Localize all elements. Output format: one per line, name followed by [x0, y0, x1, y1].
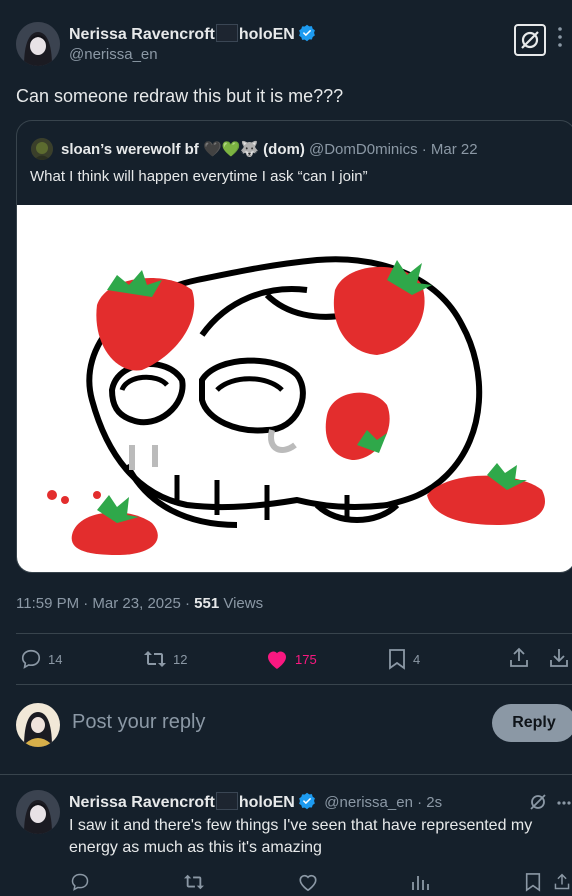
share-icon: [554, 873, 570, 890]
more-options-icon[interactable]: [553, 25, 567, 49]
reply-share-button[interactable]: [553, 872, 571, 892]
more-options-icon[interactable]: [556, 800, 572, 806]
tweet-text: Can someone redraw this but it is me???: [16, 86, 344, 106]
share-icon: [510, 647, 528, 667]
reply-retweet-button[interactable]: [183, 872, 205, 892]
views-count: 551: [194, 595, 220, 612]
quote-text: What I think will happen everytime I ask…: [30, 168, 368, 185]
grok-icon[interactable]: [528, 792, 548, 812]
bookmark-icon: [525, 873, 541, 892]
flag-icon: [215, 24, 238, 42]
author-name-prefix: Nerissa Ravencroft: [69, 26, 215, 43]
reply-comment-button[interactable]: [70, 872, 90, 892]
author-name[interactable]: Nerissa Ravencroft holoEN: [69, 24, 316, 44]
views-label: Views: [219, 595, 264, 612]
reply-author-name-prefix: Nerissa Ravencroft: [69, 794, 215, 811]
author-name-suffix: holoEN: [238, 26, 295, 43]
quote-avatar: [31, 138, 53, 160]
bookmark-icon: [389, 649, 405, 670]
retweet-count: 12: [173, 651, 188, 667]
reply-input[interactable]: Post your reply: [72, 711, 205, 734]
quote-author-name: sloan’s werewolf bf 🖤💚🐺 (dom): [61, 141, 305, 158]
like-button[interactable]: 175: [265, 648, 317, 670]
quote-author-handle: @DomD0minics: [309, 141, 418, 158]
views-chart-icon: [412, 876, 429, 890]
reply-bookmark-button[interactable]: [524, 872, 542, 892]
heart-filled-icon: [268, 651, 286, 669]
reply-text: I saw it and there's few things I've see…: [69, 817, 533, 856]
heart-icon: [299, 874, 317, 892]
reply-like-button[interactable]: [297, 872, 319, 892]
share-button[interactable]: [508, 647, 530, 669]
like-count: 175: [295, 651, 317, 667]
reply-icon: [21, 649, 41, 669]
reply-author-avatar[interactable]: [16, 790, 60, 834]
retweet-icon: [184, 874, 204, 890]
bookmark-count: 4: [413, 651, 421, 667]
verified-badge-icon: [298, 792, 315, 810]
reply-views-button[interactable]: [410, 872, 430, 892]
author-avatar[interactable]: [16, 22, 60, 66]
divider: [16, 684, 572, 685]
reply-author-name-suffix: holoEN: [238, 794, 295, 811]
quote-time: · Mar 22: [421, 141, 478, 158]
grok-icon[interactable]: [514, 24, 546, 56]
author-handle[interactable]: @nerissa_en: [69, 46, 158, 63]
timestamp-text: 11:59 PM · Mar 23, 2025 ·: [16, 595, 195, 612]
reply-author-handle: @nerissa_en · 2s: [324, 794, 443, 811]
reply-button[interactable]: 14: [20, 648, 62, 670]
reply-author-header[interactable]: Nerissa Ravencroft holoEN @nerissa_en · 2…: [69, 792, 442, 812]
bookmark-button[interactable]: 4: [387, 648, 420, 670]
reply-icon: [71, 873, 89, 891]
flag-icon: [215, 792, 238, 810]
reply-submit-label: Reply: [512, 714, 556, 731]
verified-badge-icon: [298, 24, 315, 42]
reply-submit-button[interactable]: Reply: [492, 704, 572, 742]
divider: [0, 774, 572, 775]
download-icon: [550, 649, 568, 667]
divider: [16, 633, 572, 634]
quote-media-image[interactable]: [17, 205, 572, 572]
compose-avatar[interactable]: [16, 703, 60, 747]
reply-count: 14: [48, 651, 63, 667]
download-button[interactable]: [548, 647, 570, 669]
tweet-timestamp: 11:59 PM · Mar 23, 2025 · 551 Views: [16, 595, 263, 612]
quote-card[interactable]: sloan’s werewolf bf 🖤💚🐺 (dom) @DomD0mini…: [16, 120, 572, 573]
retweet-icon: [144, 651, 166, 667]
retweet-button[interactable]: 12: [143, 648, 187, 670]
